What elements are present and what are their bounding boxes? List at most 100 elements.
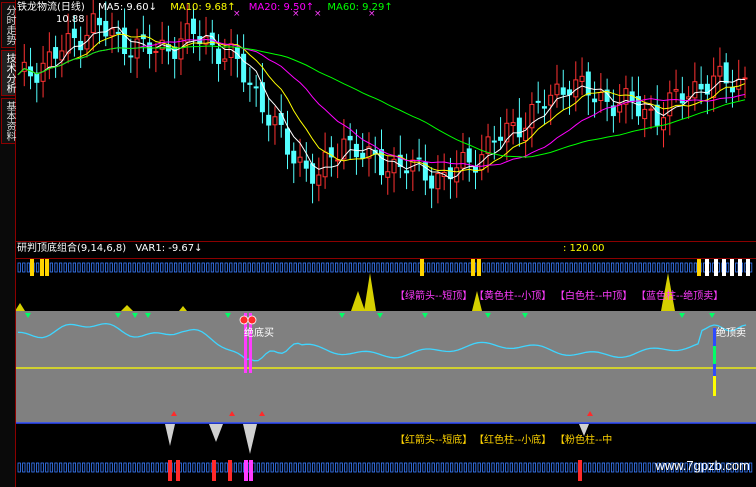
row-tick	[643, 262, 647, 273]
top-signal-bar	[738, 259, 742, 276]
row-tick	[247, 262, 251, 273]
green-bar	[713, 346, 716, 364]
row-tick	[82, 262, 86, 273]
tab-fundamentals[interactable]: 基本资料	[1, 98, 16, 144]
row-tick	[183, 462, 187, 473]
row-tick	[339, 262, 343, 273]
gray-valley	[209, 424, 223, 442]
row-tick	[376, 462, 380, 473]
row-tick	[196, 462, 201, 473]
row-tick	[560, 262, 564, 273]
row-tick	[403, 262, 408, 273]
row-tick	[215, 462, 219, 473]
row-tick	[141, 462, 145, 473]
candle	[554, 83, 560, 96]
row-tick	[601, 462, 606, 473]
row-tick	[219, 462, 224, 473]
row-tick	[726, 262, 730, 273]
row-tick	[155, 462, 159, 473]
candle	[96, 17, 102, 26]
row-tick	[505, 462, 509, 473]
row-tick	[160, 262, 164, 273]
row-tick	[606, 262, 610, 273]
row-tick	[265, 462, 270, 473]
row-tick	[91, 262, 95, 273]
yellow-peak	[121, 305, 133, 311]
top-signal-bar	[746, 259, 750, 276]
row-tick	[519, 262, 523, 273]
row-tick	[666, 262, 670, 273]
indicator-value-label: : 120.00	[563, 243, 605, 254]
row-tick	[399, 462, 403, 473]
row-tick	[109, 462, 113, 473]
row-tick	[36, 262, 40, 273]
row-tick	[150, 262, 155, 273]
indicator-name: 研判顶底组合(9,14,6,8)	[17, 243, 127, 254]
row-tick	[615, 462, 619, 473]
row-tick	[385, 262, 389, 273]
candle	[53, 47, 59, 59]
row-tick	[105, 262, 109, 273]
row-tick	[270, 462, 274, 473]
candle	[642, 108, 648, 120]
row-tick	[325, 462, 330, 473]
row-tick	[551, 262, 555, 273]
top-signal-bar	[420, 259, 424, 276]
row-tick	[537, 262, 541, 273]
row-tick	[150, 462, 155, 473]
candle	[71, 28, 77, 39]
row-tick	[634, 462, 638, 473]
row-tick	[242, 262, 247, 273]
candle	[385, 171, 391, 178]
row-tick	[334, 462, 339, 473]
row-tick	[288, 262, 293, 273]
row-tick	[17, 262, 21, 273]
row-tick	[578, 262, 583, 273]
row-tick	[118, 262, 122, 273]
candle	[190, 18, 196, 35]
row-tick	[91, 462, 95, 473]
row-tick	[592, 462, 596, 473]
candle	[222, 58, 228, 62]
row-tick	[367, 462, 371, 473]
row-tick	[569, 462, 573, 473]
candle	[673, 88, 679, 92]
row-tick	[26, 462, 31, 473]
row-tick	[459, 262, 463, 273]
candles-group	[21, 0, 748, 209]
tab-technical[interactable]: 技术分析	[1, 50, 16, 96]
row-tick	[219, 262, 224, 273]
yellow-bar	[713, 376, 716, 396]
row-tick	[390, 262, 394, 273]
row-tick	[408, 462, 412, 473]
bottom-signal-bar	[249, 460, 253, 481]
row-tick	[440, 262, 445, 273]
row-tick	[224, 262, 228, 273]
row-tick	[123, 462, 127, 473]
row-tick	[59, 462, 63, 473]
row-tick	[196, 262, 201, 273]
row-tick	[344, 262, 348, 273]
candle	[473, 165, 479, 173]
top-signal-bar	[705, 259, 709, 276]
row-tick	[514, 262, 518, 273]
top-signal-bar	[471, 259, 475, 276]
row-tick	[647, 462, 652, 473]
tab-intraday[interactable]: 分时走势	[1, 2, 16, 48]
candle	[266, 114, 272, 126]
row-tick	[390, 462, 394, 473]
row-tick	[403, 462, 408, 473]
ma20-label: MA20: 9.50↑	[248, 2, 315, 13]
candle	[498, 136, 504, 141]
row-tick	[224, 462, 228, 473]
row-tick	[565, 462, 569, 473]
candle	[34, 72, 40, 83]
row-tick	[684, 262, 688, 273]
candle	[272, 116, 278, 126]
row-tick	[565, 262, 569, 273]
candle	[460, 152, 466, 169]
row-tick	[279, 262, 284, 273]
row-tick	[675, 262, 679, 273]
row-tick	[307, 262, 311, 273]
row-tick	[334, 262, 339, 273]
